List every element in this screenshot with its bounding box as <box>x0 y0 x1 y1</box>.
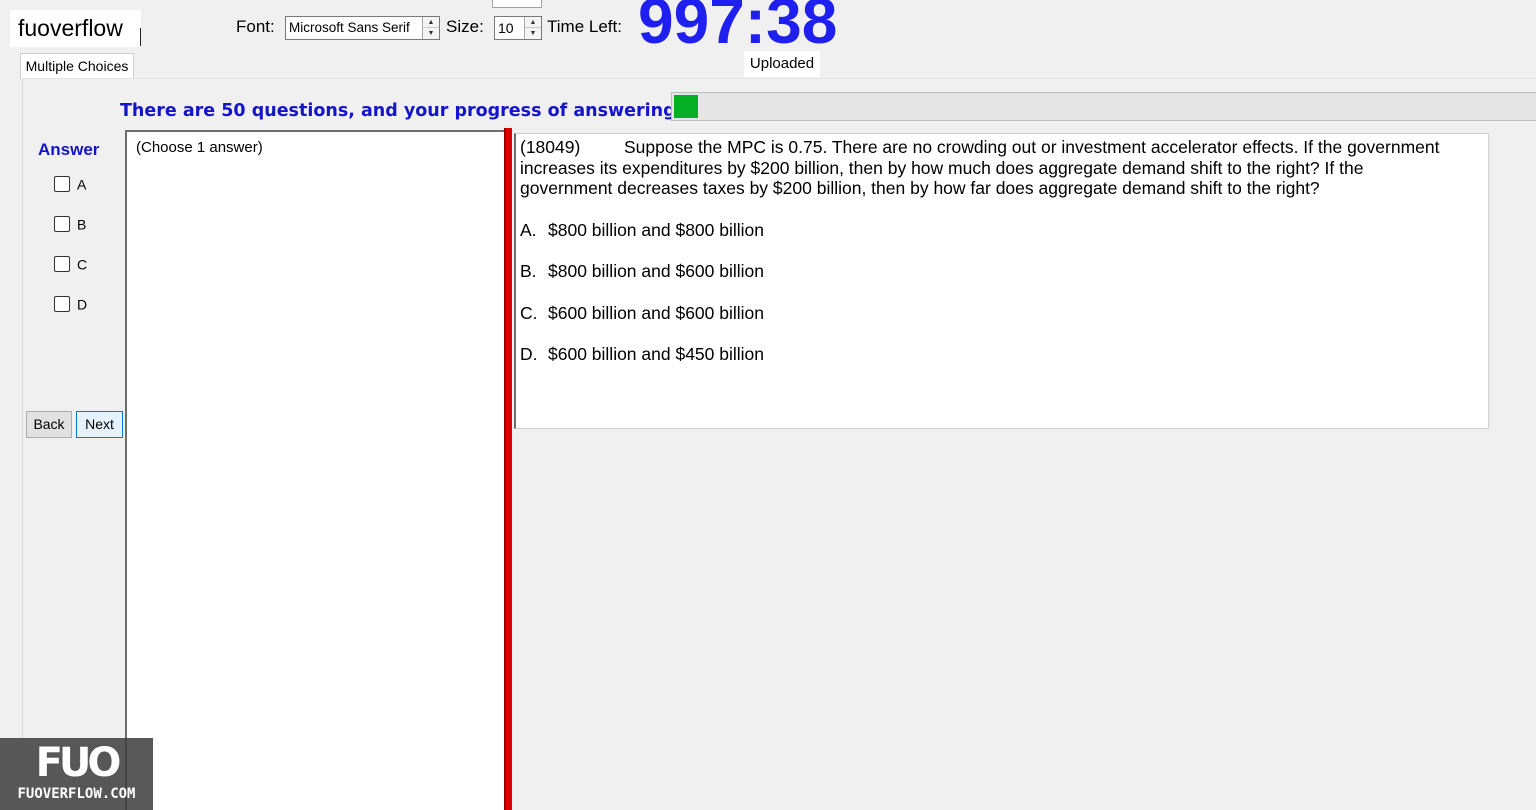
watermark-logo: FUO <box>35 740 122 786</box>
font-spinner[interactable]: ▲ ▼ <box>422 17 439 39</box>
size-stepper[interactable]: 10 ▲ ▼ <box>494 16 542 40</box>
checkbox-label: D <box>77 296 88 313</box>
font-select[interactable]: Microsoft Sans Serif ▲ ▼ <box>285 16 440 40</box>
answer-title: Answer <box>38 140 100 159</box>
progress-bar <box>671 92 1536 121</box>
font-value: Microsoft Sans Serif <box>289 20 410 35</box>
font-label: Font: <box>236 17 275 36</box>
option-d: D. $600 billion and $450 billion <box>520 344 1488 365</box>
checkbox-label: B <box>77 216 87 233</box>
answer-checkbox-a[interactable]: A <box>54 174 86 194</box>
question-panel: (18049) Suppose the MPC is 0.75. There ar… <box>514 133 1489 429</box>
answer-checkbox-d[interactable]: D <box>54 294 87 314</box>
spin-down-icon[interactable]: ▼ <box>423 28 439 39</box>
checkbox-icon[interactable] <box>54 176 70 193</box>
option-text: $600 billion and $600 billion <box>548 302 765 323</box>
option-b: B. $800 billion and $600 billion <box>520 261 1488 282</box>
hidden-control-edge <box>492 0 542 8</box>
checkbox-label: A <box>77 176 87 193</box>
upload-status: Uploaded <box>744 51 820 77</box>
size-label: Size: <box>446 17 484 36</box>
progress-text: There are 50 questions, and your progres… <box>120 101 699 121</box>
back-button[interactable]: Back <box>26 411 72 438</box>
question-text: Suppose the MPC is 0.75. There are no cr… <box>520 137 1440 198</box>
option-text: $800 billion and $800 billion <box>548 219 765 240</box>
checkbox-icon[interactable] <box>54 256 70 273</box>
spin-up-icon[interactable]: ▲ <box>525 17 541 28</box>
option-text: $600 billion and $450 billion <box>548 344 765 364</box>
question-text-block: (18049) Suppose the MPC is 0.75. There ar… <box>520 137 1440 199</box>
checkbox-label: C <box>77 256 88 273</box>
answer-checkbox-b[interactable]: B <box>54 214 86 234</box>
app-label: fuoverflow <box>10 10 141 47</box>
option-letter: D. <box>520 344 538 364</box>
option-letter: A. <box>520 219 537 240</box>
question-id: (18049) <box>520 137 581 157</box>
option-letter: C. <box>520 302 538 323</box>
size-spinner[interactable]: ▲ ▼ <box>524 17 541 39</box>
spin-down-icon[interactable]: ▼ <box>525 28 541 39</box>
text-caret <box>140 28 141 46</box>
option-letter: B. <box>520 261 537 281</box>
answer-instruction-box: (Choose 1 answer) <box>125 130 507 810</box>
option-c: C. $600 billion and $600 billion <box>520 303 1488 324</box>
answer-checkbox-c[interactable]: C <box>54 254 87 274</box>
option-text: $800 billion and $600 billion <box>548 261 765 281</box>
watermark: FUO FUOVERFLOW.COM <box>0 738 153 810</box>
progress-fill <box>674 95 698 118</box>
watermark-site: FUOVERFLOW.COM <box>17 786 136 802</box>
panel-splitter[interactable] <box>504 128 512 810</box>
checkbox-icon[interactable] <box>54 296 70 313</box>
spin-up-icon[interactable]: ▲ <box>423 17 439 28</box>
option-a: A. $800 billion and $800 billion <box>520 220 1488 241</box>
countdown-timer: 997:38 <box>638 0 838 57</box>
checkbox-icon[interactable] <box>54 216 70 233</box>
size-value: 10 <box>498 20 514 36</box>
tab-multiple-choices[interactable]: Multiple Choices <box>20 53 134 79</box>
time-left-label: Time Left: <box>547 17 622 36</box>
app-label-text: fuoverflow <box>18 15 123 41</box>
next-button[interactable]: Next <box>76 411 123 438</box>
answer-instruction: (Choose 1 answer) <box>136 139 263 156</box>
